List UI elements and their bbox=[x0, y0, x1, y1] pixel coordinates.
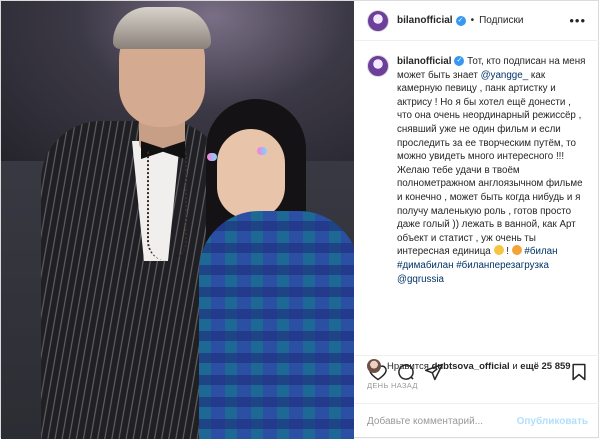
publish-button[interactable]: Опубликовать bbox=[517, 416, 588, 427]
photo-woman-coat bbox=[199, 211, 354, 439]
author-username[interactable]: bilanofficial bbox=[397, 15, 453, 26]
post-caption: bilanofficial ✓ Тот, кто подписан на меня… bbox=[355, 41, 599, 351]
verified-badge-icon: ✓ bbox=[454, 56, 465, 67]
author-avatar[interactable] bbox=[367, 9, 389, 32]
ok-hand-emoji-icon bbox=[493, 245, 504, 256]
bookmark-icon[interactable] bbox=[568, 362, 590, 382]
photo-necklace bbox=[147, 151, 187, 261]
instagram-post: bilanofficial ✓ • Подписки ••• bilanoffi… bbox=[0, 0, 599, 439]
hashtag-link[interactable]: #димабилан bbox=[397, 260, 453, 271]
photo-man-hair bbox=[113, 7, 211, 49]
caption-mention-2[interactable]: @gqrussia bbox=[397, 274, 444, 285]
caption-body-3: ! bbox=[503, 246, 512, 258]
liker-username[interactable]: dubtsova_official bbox=[432, 361, 510, 372]
comment-input[interactable] bbox=[367, 416, 517, 427]
likes-count[interactable]: ещё 25 859 bbox=[520, 361, 570, 372]
caption-author-avatar[interactable] bbox=[367, 55, 389, 77]
caption-username[interactable]: bilanofficial bbox=[397, 56, 451, 67]
likes-prefix: Нравится bbox=[387, 360, 429, 372]
verified-badge-icon: ✓ bbox=[455, 15, 466, 26]
liker-avatar[interactable] bbox=[367, 359, 381, 373]
hashtag-link[interactable]: #билан bbox=[524, 246, 557, 257]
caption-text: bilanofficial ✓ Тот, кто подписан на меня… bbox=[397, 55, 587, 351]
photo-woman-face bbox=[217, 129, 285, 219]
post-photo[interactable] bbox=[1, 1, 354, 439]
likes-middle: и bbox=[512, 360, 518, 372]
heart-eyes-emoji-icon bbox=[511, 245, 522, 256]
post-header: bilanofficial ✓ • Подписки ••• bbox=[355, 1, 599, 41]
hashtag-link[interactable]: #биланперезагрузка bbox=[456, 260, 549, 271]
photo-face-sparkle bbox=[257, 147, 267, 155]
photo-face-sparkle bbox=[207, 153, 217, 161]
post-date[interactable]: ДЕНЬ НАЗАД bbox=[367, 381, 418, 390]
caption-body-2: как камерную певицу , панк артистку и ак… bbox=[397, 69, 583, 258]
comment-form: Опубликовать bbox=[355, 403, 599, 439]
following-button[interactable]: Подписки bbox=[479, 15, 523, 26]
more-horizontal-icon[interactable]: ••• bbox=[569, 13, 586, 28]
likes-summary: Нравится dubtsova_official и ещё 25 859 bbox=[367, 359, 571, 373]
header-separator: • bbox=[470, 15, 475, 26]
caption-mention[interactable]: @yangge_ bbox=[481, 70, 529, 81]
